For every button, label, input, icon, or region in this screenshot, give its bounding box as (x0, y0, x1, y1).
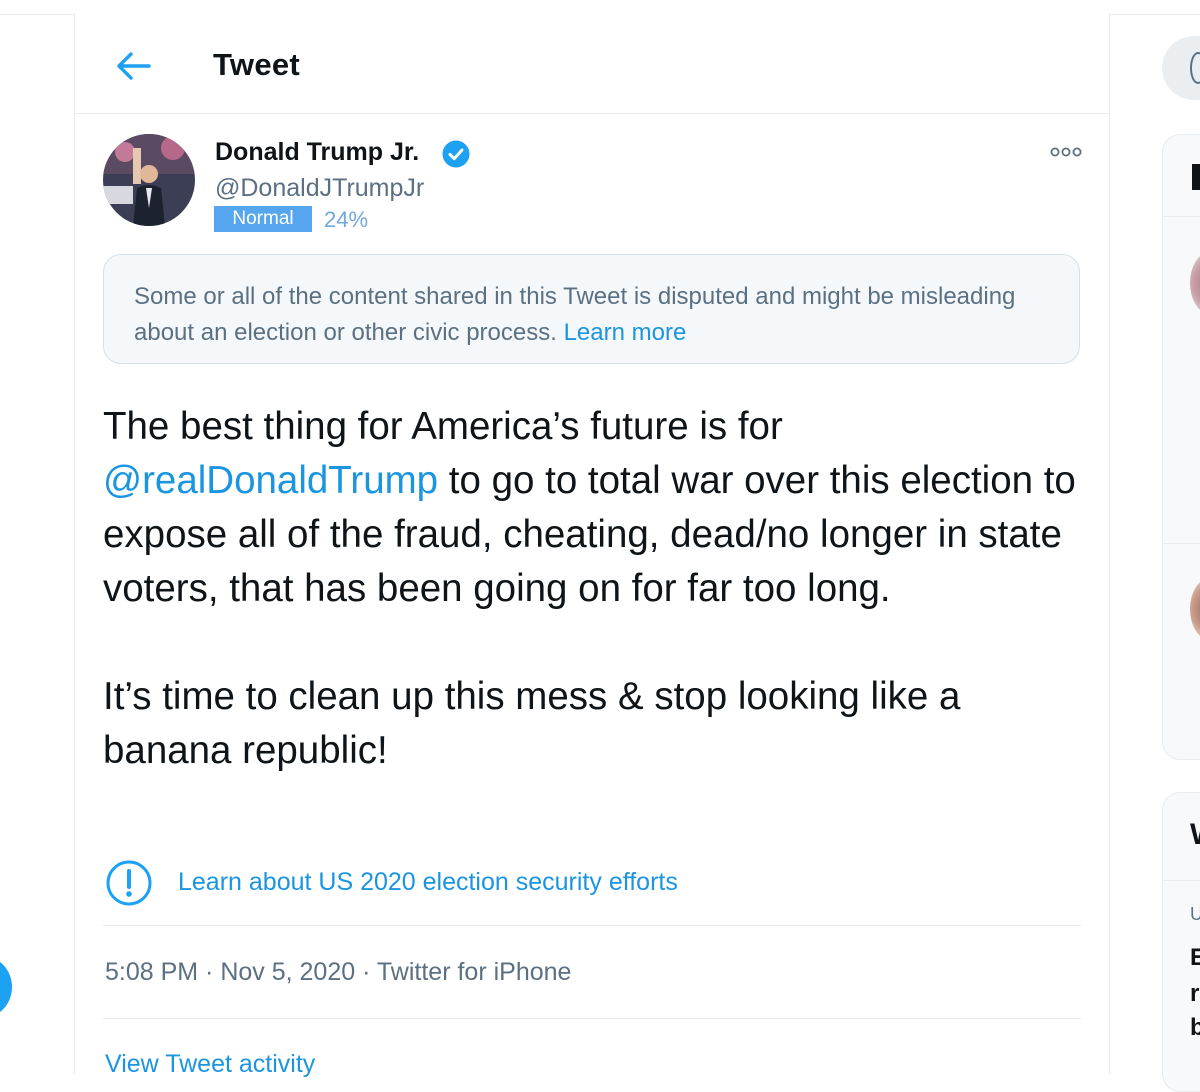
tweet-text-part: It’s time to clean up this mess & stop l… (103, 675, 961, 772)
search-icon (1190, 52, 1200, 84)
divider (1163, 543, 1200, 544)
clipped-link[interactable]: View Tweet activity (105, 1050, 315, 1079)
avatar[interactable] (103, 134, 195, 226)
divider (103, 925, 1081, 926)
author-handle[interactable]: @DonaldJTrumpJr (215, 174, 424, 203)
sidebar-card (1162, 134, 1200, 760)
trend-category: U (1190, 904, 1200, 924)
learn-more-link[interactable]: Learn more (564, 319, 687, 346)
status-badge: Normal (214, 206, 312, 232)
more-options-icon[interactable] (1049, 144, 1083, 160)
sidebar-card-title (1192, 164, 1200, 190)
trend-text[interactable]: E (1190, 944, 1200, 972)
trend-text[interactable]: r (1190, 980, 1199, 1008)
page-title: Tweet (213, 47, 301, 82)
tweet-metadata[interactable]: 5:08 PM · Nov 5, 2020 · Twitter for iPho… (105, 958, 571, 987)
trend-text[interactable]: b (1190, 1014, 1200, 1042)
divider (1163, 880, 1200, 881)
mention-link[interactable]: @realDonaldTrump (103, 459, 438, 502)
page-header: Tweet (75, 14, 1109, 114)
verified-badge-icon (442, 140, 470, 168)
election-info-label[interactable]: Learn about US 2020 election security ef… (178, 868, 678, 897)
disputed-notice: Some or all of the content shared in thi… (103, 254, 1080, 364)
exclamation-circle-icon (106, 860, 152, 906)
main-column: Tweet Donald Trump Jr. @DonaldJTrumpJr N… (74, 14, 1110, 1078)
sidebar-card-title: W (1190, 818, 1200, 852)
compose-tweet-button[interactable] (0, 956, 12, 1018)
author-name[interactable]: Donald Trump Jr. (215, 138, 419, 167)
tweet-text: The best thing for America’s future is f… (103, 400, 1093, 778)
back-arrow-icon[interactable] (113, 48, 153, 84)
divider (1163, 216, 1200, 217)
tweet-text-part: The best thing for America’s future is f… (103, 405, 783, 448)
percent-label: 24% (324, 207, 369, 232)
divider (103, 1018, 1081, 1019)
